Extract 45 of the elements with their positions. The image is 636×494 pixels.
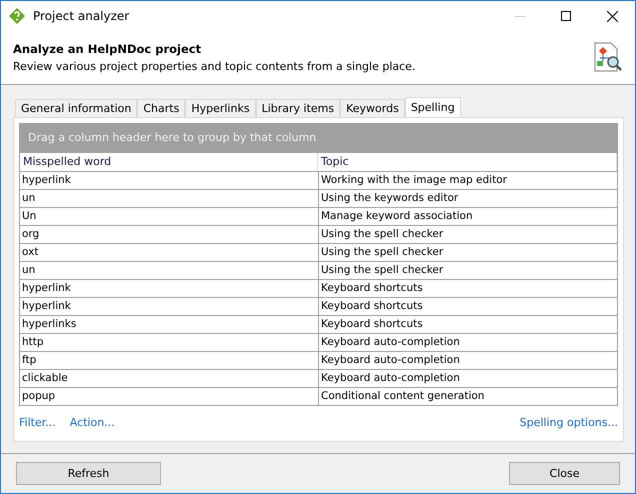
table-cell: http	[20, 332, 318, 351]
table-cell: Keyboard auto-completion	[318, 350, 617, 369]
table-cell: hyperlink	[20, 278, 318, 297]
table-cell: Using the spell checker	[318, 242, 617, 261]
tab[interactable]: Spelling	[404, 96, 461, 117]
table-cell: hyperlink	[20, 170, 318, 189]
table-cell: Manage keyword association	[318, 206, 617, 225]
window-title: Project analyzer	[33, 9, 130, 23]
tab[interactable]: Charts	[137, 98, 186, 117]
table-cell: Keyboard shortcuts	[318, 296, 617, 315]
header-title: Analyze an HelpNDoc project	[13, 42, 202, 56]
table-cell: Using the spell checker	[318, 224, 617, 243]
table-cell: Keyboard shortcuts	[318, 314, 617, 333]
table-cell: ftp	[20, 350, 318, 369]
table-cell: hyperlink	[20, 296, 318, 315]
table-cell: Conditional content generation	[318, 386, 617, 405]
table-cell: Keyboard shortcuts	[318, 278, 617, 297]
table-cell: un	[20, 188, 318, 207]
refresh-button[interactable]: Refresh	[16, 462, 161, 485]
tab[interactable]: Library items	[256, 98, 340, 117]
table-cell: org	[20, 224, 318, 243]
table-cell: Keyboard auto-completion	[318, 368, 617, 387]
table-cell: Working with the image map editor	[318, 170, 617, 189]
table-cell: clickable	[20, 368, 318, 387]
table-cell: Keyboard auto-completion	[318, 332, 617, 351]
close-icon[interactable]	[606, 10, 618, 22]
link[interactable]: Filter...	[19, 416, 56, 429]
tab[interactable]: Hyperlinks	[185, 98, 256, 117]
app-logo-icon	[9, 8, 25, 24]
table-cell: un	[20, 260, 318, 279]
maximize-icon[interactable]	[561, 11, 571, 21]
close-dialog-button[interactable]: Close	[509, 462, 620, 485]
table-cell: popup	[20, 386, 318, 405]
spelling-options-link[interactable]: Spelling options...	[520, 416, 618, 429]
column-header[interactable]: Topic	[318, 152, 617, 171]
tab[interactable]: Keywords	[340, 98, 405, 117]
tab[interactable]: General information	[15, 98, 138, 117]
header-subtitle: Review various project properties and topic contents from a single place.	[13, 60, 416, 73]
table-cell: Using the keywords editor	[318, 188, 617, 207]
table-cell: Using the spell checker	[318, 260, 617, 279]
table-cell: hyperlinks	[20, 314, 318, 333]
link[interactable]: Action...	[70, 416, 115, 429]
group-by-panel: Drag a column header here to group by that column	[19, 122, 618, 153]
table-cell: Un	[20, 206, 318, 225]
table-cell: oxt	[20, 242, 318, 261]
